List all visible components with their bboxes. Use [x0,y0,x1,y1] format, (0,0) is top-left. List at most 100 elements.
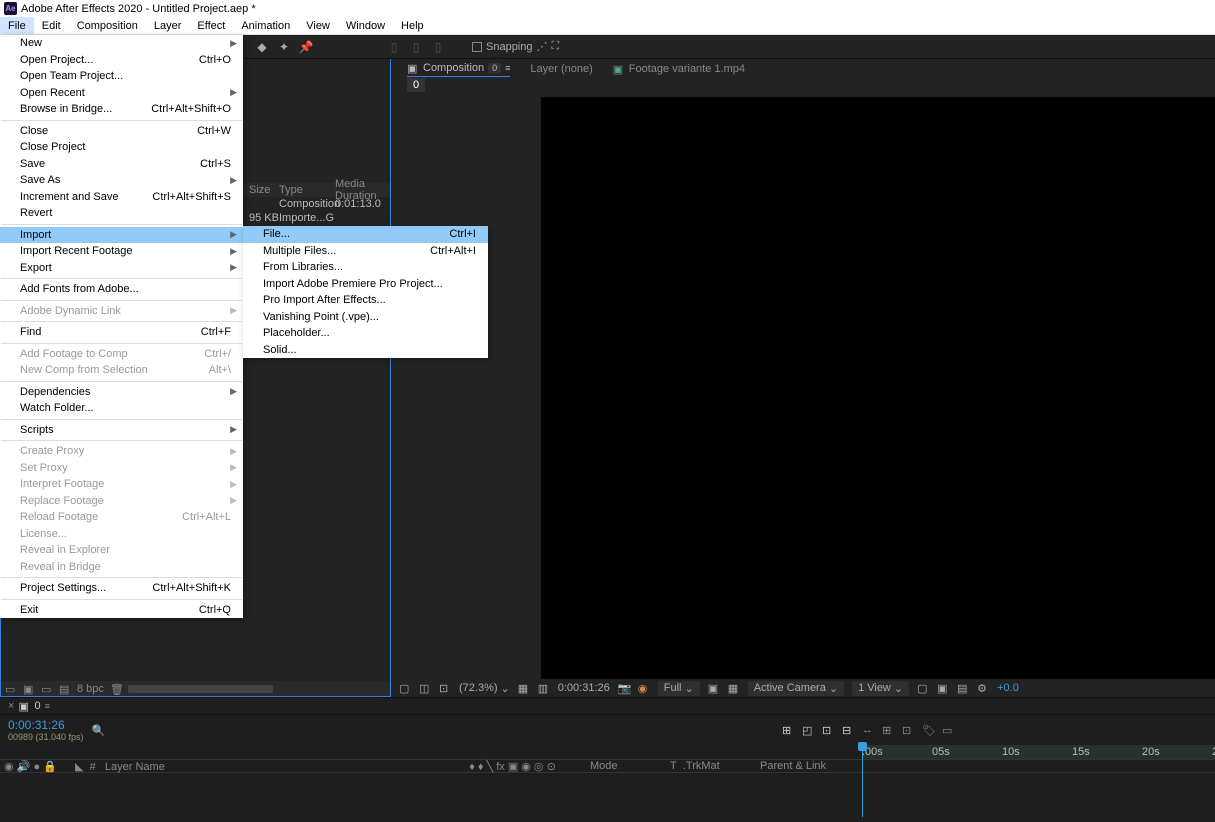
menuitem-import-recent-footage[interactable]: Import Recent Footage▶ [0,243,243,260]
folder-icon[interactable]: ▭ [5,683,17,695]
tl-icon[interactable]: ◰ [802,724,814,736]
menuitem-scripts[interactable]: Scripts▶ [0,422,243,439]
new-comp-icon[interactable]: ▣ [23,683,35,695]
vf-icon[interactable]: ▦ [728,682,740,694]
snapping-toggle[interactable]: Snapping ⋰ ⛶ [472,40,559,53]
bpc-label[interactable]: 8 bpc [77,683,104,695]
menuitem-close[interactable]: CloseCtrl+W [0,123,243,140]
vf-icon[interactable]: ▢ [917,682,929,694]
camera-dropdown[interactable]: Active Camera ⌄ [748,681,844,696]
shy-icon[interactable]: ◣ [75,761,83,773]
tl-icon[interactable]: ⊟ [842,724,854,736]
time-ruler[interactable]: :00s05s10s15s20s25s [862,745,1215,759]
snapshot-icon[interactable]: 📷 [618,682,630,694]
tl-icon[interactable]: 🏷 [922,724,934,736]
menuitem-file-[interactable]: File...Ctrl+I [243,226,488,243]
menuitem-project-settings-[interactable]: Project Settings...Ctrl+Alt+Shift+K [0,580,243,597]
menuitem-revert[interactable]: Revert [0,205,243,222]
menuitem-solid-[interactable]: Solid... [243,342,488,359]
menuitem-browse-in-bridge-[interactable]: Browse in Bridge...Ctrl+Alt+Shift+O [0,101,243,118]
menu-help[interactable]: Help [393,17,432,34]
new-folder-icon[interactable]: ▭ [41,683,53,695]
vf-icon[interactable]: ▢ [399,682,411,694]
lock-icon[interactable]: 🔒 [43,761,57,773]
scrollbar[interactable] [128,685,273,693]
tl-icon[interactable]: ⊞ [882,724,894,736]
trash-icon[interactable]: 🗑 [110,683,122,695]
menuitem-save-as[interactable]: Save As▶ [0,172,243,189]
menuitem-placeholder-[interactable]: Placeholder... [243,325,488,342]
menuitem-multiple-files-[interactable]: Multiple Files...Ctrl+Alt+I [243,243,488,260]
search-icon[interactable]: 🔍 [92,724,104,736]
tool-icon[interactable]: ◆ [254,39,270,55]
solo-icon[interactable]: ● [33,761,40,773]
viewer-canvas[interactable] [541,97,1215,679]
tool-icon[interactable]: ✦ [276,39,292,55]
menuitem-from-libraries-[interactable]: From Libraries... [243,259,488,276]
menu-layer[interactable]: Layer [146,17,190,34]
tool-icon[interactable]: ▯ [386,39,402,55]
menuitem-open-recent[interactable]: Open Recent▶ [0,85,243,102]
eye-icon[interactable]: ◉ [4,761,14,773]
tool-icon[interactable]: 📌 [298,39,314,55]
color-icon[interactable]: ◉ [638,682,650,694]
menu-window[interactable]: Window [338,17,393,34]
menuitem-open-team-project-[interactable]: Open Team Project... [0,68,243,85]
menuitem-import[interactable]: Import▶ [0,227,243,244]
view-dropdown[interactable]: 1 View ⌄ [852,681,909,696]
menu-view[interactable]: View [298,17,338,34]
vf-icon[interactable]: ▣ [708,682,720,694]
menuitem-new[interactable]: New▶ [0,35,243,52]
menuitem-find[interactable]: FindCtrl+F [0,324,243,341]
tool-icon[interactable]: ▯ [408,39,424,55]
zoom-dropdown[interactable]: (72.3%) ⌄ [459,682,510,695]
close-tab-icon[interactable]: × [8,700,14,712]
menuitem-increment-and-save[interactable]: Increment and SaveCtrl+Alt+Shift+S [0,189,243,206]
menuitem-dependencies[interactable]: Dependencies▶ [0,384,243,401]
vf-icon[interactable]: ▣ [937,682,949,694]
viewer-breadcrumb: 0 [391,79,1215,93]
resolution-dropdown[interactable]: Full ⌄ [658,681,700,696]
tab-layer[interactable]: Layer (none) [530,63,592,75]
menuitem-save[interactable]: SaveCtrl+S [0,156,243,173]
tab-footage[interactable]: ▣ Footage variante 1.mp4 [613,63,745,75]
vf-icon[interactable]: ⊡ [439,682,451,694]
current-time[interactable]: 0:00:31:26 [8,718,84,732]
menuitem-add-fonts-from-adobe-[interactable]: Add Fonts from Adobe... [0,281,243,298]
bpc-icon[interactable]: ▤ [59,683,71,695]
menuitem-pro-import-after-effects-[interactable]: Pro Import After Effects... [243,292,488,309]
time-display[interactable]: 0:00:31:26 [558,682,610,694]
menu-composition[interactable]: Composition [69,17,146,34]
tab-composition[interactable]: ▣ Composition 0 ≡ [407,62,510,77]
vf-icon[interactable]: ⚙ [977,682,989,694]
snap-ext-icon[interactable]: ⛶ [552,40,560,53]
timeline-tab[interactable]: 0 [34,700,40,712]
tl-icon[interactable]: ⊡ [822,724,834,736]
tl-icon[interactable]: ⊞ [782,724,794,736]
menu-edit[interactable]: Edit [34,17,69,34]
vf-icon[interactable]: ▦ [518,682,530,694]
vf-icon[interactable]: ▤ [957,682,969,694]
menuitem-watch-folder-[interactable]: Watch Folder... [0,400,243,417]
vf-icon[interactable]: ◫ [419,682,431,694]
vf-icon[interactable]: ▥ [538,682,550,694]
menuitem-open-project-[interactable]: Open Project...Ctrl+O [0,52,243,69]
tl-icon[interactable]: ▭ [942,724,954,736]
project-footer: ▭ ▣ ▭ ▤ 8 bpc 🗑 [1,681,390,696]
audio-icon[interactable]: 🔊 [17,761,31,773]
tl-icon[interactable]: ↔ [862,724,874,736]
menuitem-exit[interactable]: ExitCtrl+Q [0,602,243,619]
snapping-label: Snapping [486,41,533,53]
tool-icon[interactable]: ▯ [430,39,446,55]
playhead[interactable] [862,745,863,817]
menu-file[interactable]: File [0,17,34,34]
menu-animation[interactable]: Animation [233,17,298,34]
menu-effect[interactable]: Effect [189,17,233,34]
menuitem-vanishing-point-vpe-[interactable]: Vanishing Point (.vpe)... [243,309,488,326]
tl-icon[interactable]: ⊡ [902,724,914,736]
menuitem-export[interactable]: Export▶ [0,260,243,277]
snap-ext-icon[interactable]: ⋰ [537,40,548,53]
exposure[interactable]: +0.0 [997,682,1019,694]
menuitem-import-adobe-premiere-pro-project-[interactable]: Import Adobe Premiere Pro Project... [243,276,488,293]
menuitem-close-project[interactable]: Close Project [0,139,243,156]
